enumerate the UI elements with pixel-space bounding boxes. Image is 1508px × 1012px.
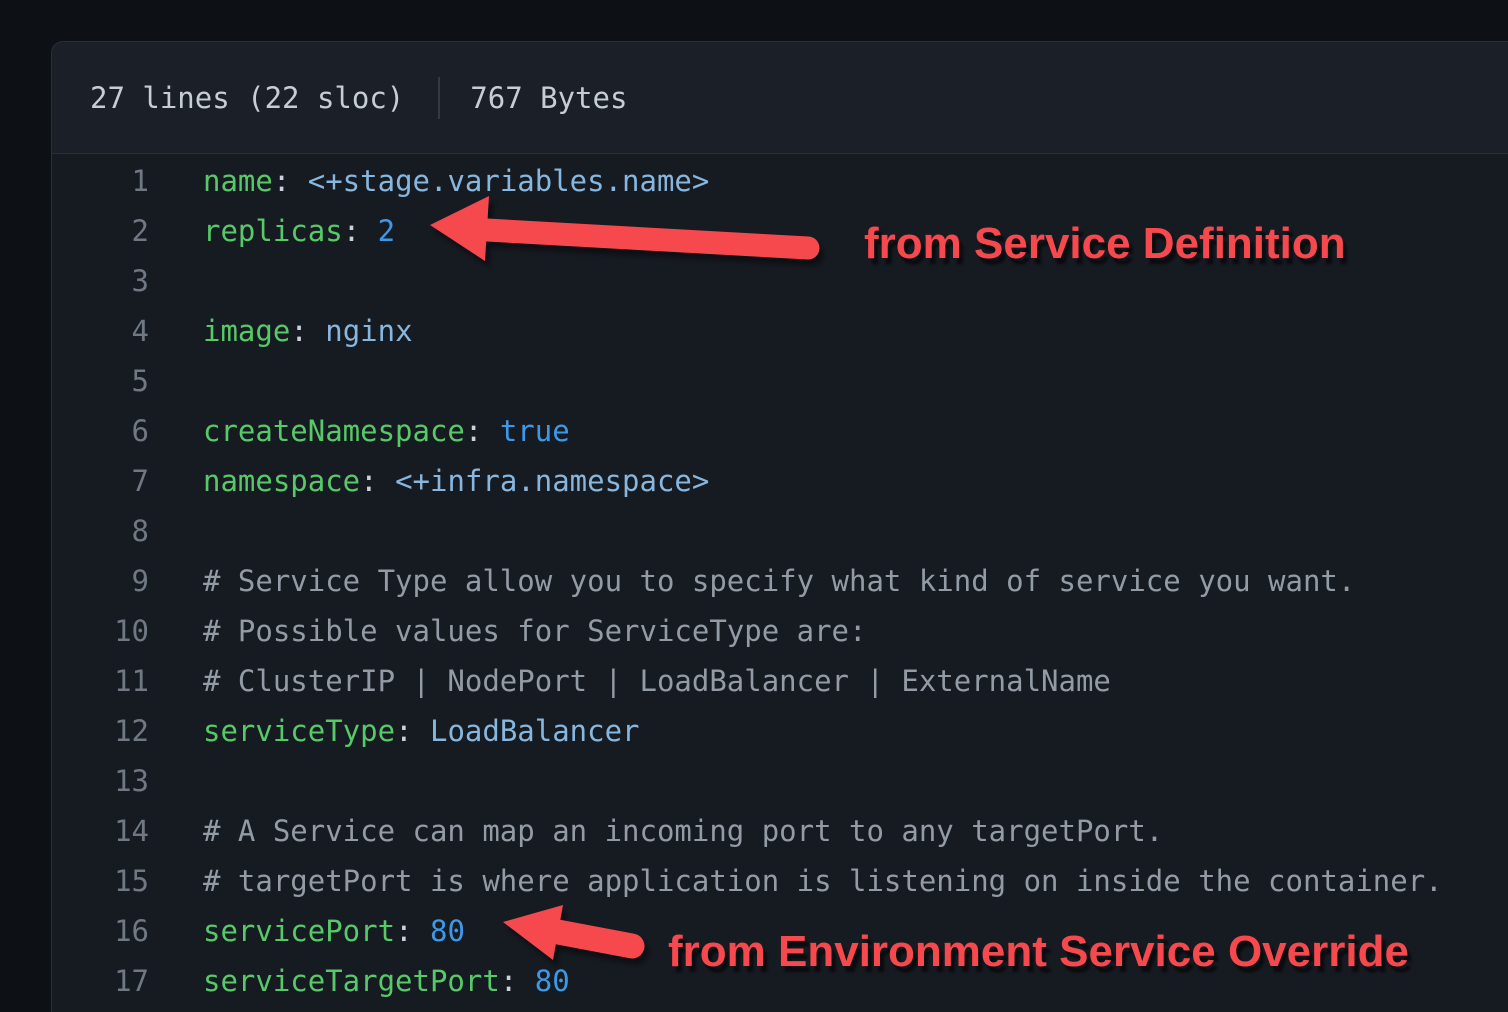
line-content: # Service Type allow you to specify what…: [149, 556, 1355, 606]
line-number[interactable]: 2: [52, 206, 149, 256]
code-line: 6createNamespace: true: [52, 406, 1508, 456]
code-line: 10# Possible values for ServiceType are:: [52, 606, 1508, 656]
line-number[interactable]: 5: [52, 356, 149, 406]
line-content: # A Service can map an incoming port to …: [149, 806, 1163, 856]
line-number[interactable]: 11: [52, 656, 149, 706]
line-content: [149, 356, 203, 406]
code-line: 14# A Service can map an incoming port t…: [52, 806, 1508, 856]
line-number[interactable]: 3: [52, 256, 149, 306]
line-content: # Possible values for ServiceType are:: [149, 606, 866, 656]
code-line: 7namespace: <+infra.namespace>: [52, 456, 1508, 506]
line-number[interactable]: 15: [52, 856, 149, 906]
line-content: servicePort: 80: [149, 906, 465, 956]
line-number[interactable]: 13: [52, 756, 149, 806]
line-content: [149, 756, 203, 806]
code-line: 12serviceType: LoadBalancer: [52, 706, 1508, 756]
page-background: 27 lines (22 sloc) 767 Bytes 1name: <+st…: [0, 0, 1508, 1012]
annotation-service-definition: from Service Definition: [864, 219, 1346, 270]
line-content: namespace: <+infra.namespace>: [149, 456, 709, 506]
line-content: # ClusterIP | NodePort | LoadBalancer | …: [149, 656, 1111, 706]
line-content: createNamespace: true: [149, 406, 570, 456]
line-content: # targetPort is where application is lis…: [149, 856, 1443, 906]
line-number[interactable]: 1: [52, 156, 149, 206]
code-line: 8: [52, 506, 1508, 556]
code-line: 1name: <+stage.variables.name>: [52, 156, 1508, 206]
line-number[interactable]: 17: [52, 956, 149, 1006]
line-content: image: nginx: [149, 306, 413, 356]
line-number[interactable]: 4: [52, 306, 149, 356]
file-lines-info: 27 lines (22 sloc): [90, 81, 404, 115]
line-content: [149, 506, 203, 556]
line-number[interactable]: 16: [52, 906, 149, 956]
line-number[interactable]: 10: [52, 606, 149, 656]
line-content: serviceTargetPort: 80: [149, 956, 570, 1006]
code-line: 9# Service Type allow you to specify wha…: [52, 556, 1508, 606]
code-line: 11# ClusterIP | NodePort | LoadBalancer …: [52, 656, 1508, 706]
line-content: [149, 256, 203, 306]
line-number[interactable]: 8: [52, 506, 149, 556]
line-number[interactable]: 14: [52, 806, 149, 856]
header-divider: [438, 77, 440, 119]
line-content: name: <+stage.variables.name>: [149, 156, 709, 206]
line-number[interactable]: 9: [52, 556, 149, 606]
line-content: replicas: 2: [149, 206, 395, 256]
file-size: 767 Bytes: [470, 81, 627, 115]
file-meta-bar: 27 lines (22 sloc) 767 Bytes: [52, 42, 1508, 154]
line-number[interactable]: 12: [52, 706, 149, 756]
code-line: 4image: nginx: [52, 306, 1508, 356]
code-view: 1name: <+stage.variables.name>2replicas:…: [52, 154, 1508, 1006]
code-line: 5: [52, 356, 1508, 406]
line-number[interactable]: 6: [52, 406, 149, 456]
code-line: 13: [52, 756, 1508, 806]
line-content: serviceType: LoadBalancer: [149, 706, 640, 756]
line-number[interactable]: 7: [52, 456, 149, 506]
annotation-environment-service-override: from Environment Service Override: [668, 927, 1409, 978]
file-viewer-card: 27 lines (22 sloc) 767 Bytes 1name: <+st…: [51, 41, 1508, 1012]
code-line: 15# targetPort is where application is l…: [52, 856, 1508, 906]
